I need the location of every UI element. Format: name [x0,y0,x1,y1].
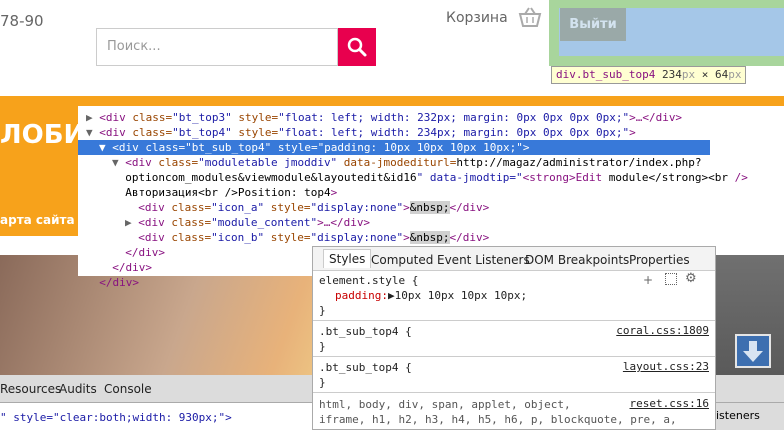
dom-node-text: <div class="bt_sub_top4" style="padding:… [112,141,530,154]
tab-properties[interactable]: Properties [629,253,690,267]
tab-audits[interactable]: Audits [59,382,97,396]
expand-arrow-icon[interactable]: ▼ [112,156,125,169]
reset-selector-line-2: iframe, h1, h2, h3, h4, h5, h6, p, block… [319,413,677,426]
arrow-spacer [112,186,125,199]
rule-source-link-1[interactable]: coral.css:1809 [616,324,709,337]
padding-property: padding: [335,289,388,302]
divider [313,392,715,393]
reset-source-link[interactable]: reset.css:16 [630,397,709,410]
site-logo[interactable]: ЛОБИ [0,120,85,150]
tooltip-times: × [701,68,709,81]
phone-number: 78-90 [0,12,44,30]
dom-node-text: </div> [99,276,139,289]
close-brace-1: } [319,340,326,353]
add-rule-icon[interactable]: + [643,273,653,287]
tab-dom-breakpoints[interactable]: DOM Breakpoints [525,253,629,267]
dom-node-text: <div class="bt_top3" style="float: left;… [99,111,683,124]
search-icon [347,37,367,57]
dom-node-text: <div class="icon_a" style="display:none"… [138,201,490,214]
tab-resources[interactable]: Resources [0,382,61,396]
styles-panel: Styles Computed Event Listeners DOM Brea… [312,246,716,430]
dom-node-text: optioncom_modules&viewmodule&layoutedit&… [125,171,748,184]
nav-band [0,96,784,106]
dom-node-line[interactable]: optioncom_modules&viewmodule&layoutedit&… [78,170,748,185]
cart-link[interactable]: Корзина [446,10,508,26]
dom-node-text: <div class="icon_b" style="display:none"… [138,231,490,244]
dom-node-text: Авторизация<br />Position: top4> [125,186,338,199]
styles-tabbar: Styles Computed Event Listeners DOM Brea… [313,247,715,271]
collapse-arrow-icon[interactable]: ▶ [125,216,138,229]
dom-node-line[interactable]: ▼ <div class="bt_sub_top4" style="paddin… [78,140,710,155]
tooltip-selector: div.bt_sub_top4 [556,68,656,81]
arrow-down-icon [743,341,763,362]
rule-source-link-2[interactable]: layout.css:23 [623,360,709,373]
tab-styles[interactable]: Styles [323,249,372,268]
dom-node-text: <div class="module_content">…</div> [138,216,371,229]
arrow-spacer [125,231,138,244]
dom-node-text: <div class="bt_top4" style="float: left;… [99,126,636,139]
dom-node-line[interactable]: ▼ <div class="bt_top4" style="float: lef… [78,125,710,140]
arrow-spacer [86,276,99,289]
dom-node-text: </div> [112,261,152,274]
padding-value: 10px 10px 10px 10px; [394,289,528,302]
site-map-link[interactable]: арта сайта [0,213,75,227]
padding-arrow-icon: ▶ [387,289,395,302]
dom-node-text: </div> [125,246,165,259]
close-brace-2: } [319,376,326,389]
basket-icon[interactable] [518,6,542,28]
dom-node-line[interactable]: <div class="icon_a" style="display:none"… [78,200,710,215]
arrow-spacer [112,246,125,259]
search-input[interactable]: Поиск... [96,28,338,66]
tab-computed[interactable]: Computed [371,253,433,267]
scroll-to-top-button[interactable] [735,334,771,368]
gear-icon[interactable]: ⚙ [685,271,697,286]
search-button[interactable] [338,28,376,66]
collapse-arrow-icon[interactable]: ▶ [86,111,99,124]
arrow-spacer [99,261,112,274]
divider [313,320,715,321]
dom-node-line[interactable]: <div class="icon_b" style="display:none"… [78,230,710,245]
search-placeholder: Поиск... [107,39,161,54]
dom-node-line[interactable]: ▶ <div class="module_content">…</div> [78,215,710,230]
padding-declaration[interactable]: padding:▶10px 10px 10px 10px; [319,288,711,303]
tooltip-unit: px [681,68,696,81]
tooltip-unit-2: px [728,68,742,81]
right-pane-tab[interactable]: isteners [716,403,784,430]
dom-node-line[interactable]: ▼ <div class="moduletable jmoddiv" data-… [78,155,710,170]
tab-console[interactable]: Console [104,382,152,396]
console-text: " style="clear:both;width: 930px;"> [0,411,232,424]
close-brace: } [319,304,326,317]
arrow-spacer [125,201,138,214]
dom-node-line[interactable]: ▶ <div class="bt_top3" style="float: lef… [78,110,710,125]
tooltip-width: 234 [661,68,682,81]
dom-node-line[interactable]: Авторизация<br />Position: top4> [78,185,710,200]
arrow-spacer [112,171,125,184]
expand-arrow-icon[interactable]: ▼ [86,126,99,139]
toggle-state-icon[interactable] [665,273,677,285]
dom-node-text: <div class="moduletable jmoddiv" data-jm… [125,156,702,169]
element-size-tooltip: div.bt_sub_top4 234px × 64px [551,66,747,84]
tooltip-height: 64 [714,68,729,81]
right-pane-tab-label: isteners [716,409,760,422]
tab-event-listeners[interactable]: Event Listeners [437,253,530,267]
expand-arrow-icon[interactable]: ▼ [99,141,112,154]
logout-button[interactable]: Выйти [560,8,626,41]
divider [313,356,715,357]
